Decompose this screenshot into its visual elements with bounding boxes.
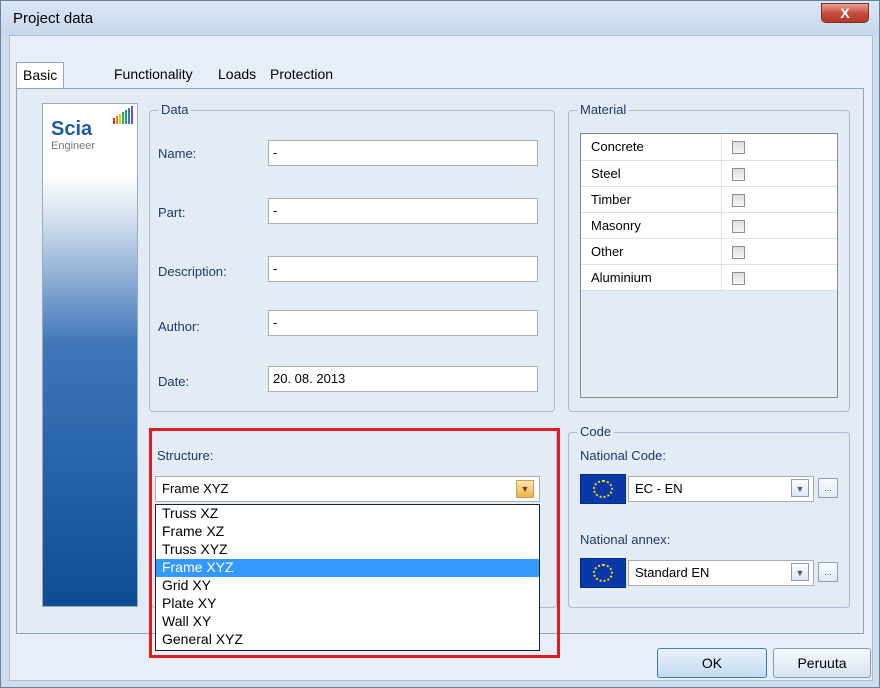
description-label: Description: — [158, 264, 227, 279]
material-label: Aluminium — [581, 264, 721, 291]
material-label: Concrete — [581, 134, 721, 161]
name-label: Name: — [158, 146, 197, 161]
material-row-steel: Steel — [581, 160, 837, 187]
material-row-concrete: Concrete — [581, 134, 837, 161]
material-label: Steel — [581, 160, 721, 187]
author-field[interactable]: - — [268, 310, 538, 336]
part-label: Part: — [158, 205, 186, 220]
national-annex-select[interactable]: Standard EN ▼ — [628, 560, 814, 586]
author-label: Author: — [158, 319, 200, 334]
name-field[interactable]: - — [268, 140, 538, 166]
logo-bars-icon — [113, 106, 135, 124]
material-row-aluminium: Aluminium — [581, 264, 837, 291]
logo-text: Scia — [51, 118, 93, 140]
eu-flag-icon — [580, 474, 626, 504]
material-group-legend: Material — [577, 102, 630, 117]
title-bar[interactable]: Project data X — [1, 1, 879, 35]
window-title: Project data — [13, 10, 94, 27]
national-code-label: National Code: — [580, 448, 666, 463]
close-button[interactable]: X — [821, 3, 869, 23]
tab-protection[interactable]: Protection — [264, 62, 339, 86]
tab-functionality[interactable]: Functionality — [108, 62, 199, 86]
description-field[interactable]: - — [268, 256, 538, 282]
ok-button[interactable]: OK — [657, 648, 767, 678]
scia-logo-panel: Scia Engineer — [42, 103, 138, 607]
national-code-select[interactable]: EC - EN ▼ — [628, 476, 814, 502]
material-row-timber: Timber — [581, 186, 837, 213]
tab-basic-data[interactable]: Basic data — [16, 62, 65, 107]
national-code-more-button[interactable]: ... — [818, 478, 838, 498]
steel-checkbox[interactable] — [731, 167, 745, 181]
code-group-legend: Code — [577, 424, 615, 439]
chevron-down-icon[interactable]: ▼ — [791, 563, 809, 581]
other-checkbox[interactable] — [731, 245, 745, 259]
national-code-value: EC - EN — [635, 481, 683, 496]
date-label: Date: — [158, 374, 190, 389]
material-label: Other — [581, 238, 721, 265]
material-list: Concrete Steel Timber Masonry Other Alum… — [580, 133, 838, 398]
timber-checkbox[interactable] — [731, 193, 745, 207]
logo-subtext: Engineer — [51, 140, 96, 152]
national-annex-label: National annex: — [580, 532, 671, 547]
aluminium-checkbox[interactable] — [731, 271, 745, 285]
tab-loads[interactable]: Loads — [212, 62, 262, 86]
national-annex-more-button[interactable]: ... — [818, 562, 838, 582]
eu-flag-icon — [580, 558, 626, 588]
concrete-checkbox[interactable] — [731, 141, 745, 155]
material-label: Timber — [581, 186, 721, 213]
chevron-down-icon[interactable]: ▼ — [791, 479, 809, 497]
material-row-masonry: Masonry — [581, 212, 837, 239]
date-field[interactable]: 20. 08. 2013 — [268, 366, 538, 392]
data-group-legend: Data — [158, 102, 192, 117]
red-highlight-frame — [149, 428, 560, 658]
part-field[interactable]: - — [268, 198, 538, 224]
national-annex-value: Standard EN — [635, 565, 710, 580]
cancel-button[interactable]: Peruuta — [773, 648, 871, 678]
material-label: Masonry — [581, 212, 721, 239]
material-row-other: Other — [581, 238, 837, 265]
masonry-checkbox[interactable] — [731, 219, 745, 233]
